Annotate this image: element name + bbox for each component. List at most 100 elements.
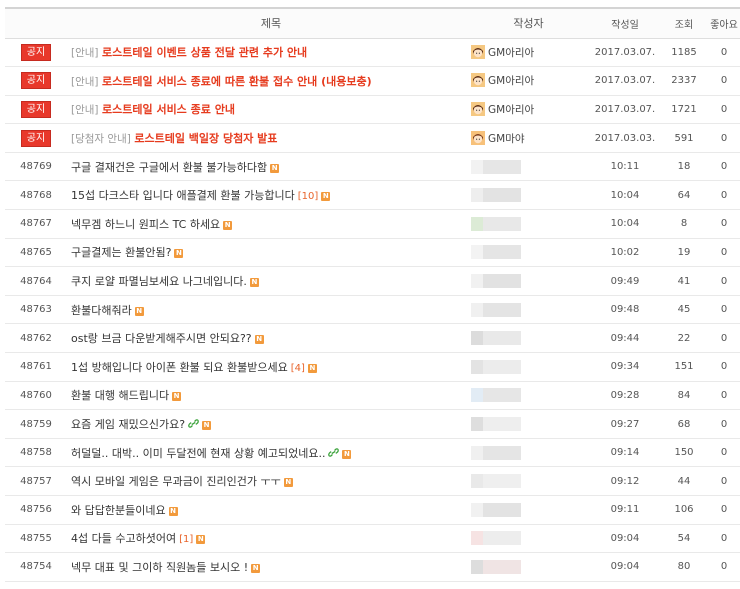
- blurred-author[interactable]: [471, 359, 521, 374]
- notice-row[interactable]: 공지 [안내] 로스트테일 이벤트 상품 전달 관련 추가 안내 GM아리아 2017…: [5, 38, 740, 68]
- author-cell[interactable]: [471, 295, 586, 325]
- table-row[interactable]: 48761 1섭 방해입니다 아이폰 환불 되요 환불받으세요 [4] N 09:34 1…: [5, 352, 740, 382]
- table-row[interactable]: 48765 구글결제는 환불안됨? N 10:02 19 0: [5, 238, 740, 268]
- post-title-link[interactable]: 4섭 다들 수고하셧어여: [71, 532, 176, 545]
- comment-count[interactable]: [1]: [179, 534, 193, 545]
- table-row[interactable]: 48767 넥무겜 하느니 원피스 TC 하세요 N 10:04 8 0: [5, 209, 740, 239]
- notice-prefix: [당첨자 안내]: [71, 133, 131, 146]
- post-title-link[interactable]: 구글결제는 환불안됨?: [71, 246, 171, 259]
- comment-count[interactable]: [10]: [298, 191, 319, 202]
- post-title-link[interactable]: 쿠지 로얄 파멸님보세요 나그네입니다.: [71, 275, 247, 288]
- table-row[interactable]: 48758 허덜덜.. 대박.. 이미 두달전에 현재 상황 예고되었네요.. N 0…: [5, 438, 740, 468]
- table-row[interactable]: 48757 역시 모바일 게임은 무과금이 진리인건가 ㅜㅜ N 09:12 44 0: [5, 466, 740, 496]
- post-title-cell[interactable]: 요즘 게임 재밌으신가요? N: [67, 409, 471, 439]
- post-title-cell[interactable]: 1섭 방해입니다 아이폰 환불 되요 환불받으세요 [4] N: [67, 352, 471, 382]
- author-name[interactable]: GM아리아: [488, 104, 534, 116]
- author-cell[interactable]: [471, 495, 586, 525]
- author-name[interactable]: GM아리아: [488, 75, 534, 87]
- post-title-link[interactable]: 허덜덜.. 대박.. 이미 두달전에 현재 상황 예고되었네요..: [71, 447, 325, 460]
- blurred-author[interactable]: [471, 302, 521, 317]
- table-row[interactable]: 48759 요즘 게임 재밌으신가요? N 09:27 68 0: [5, 409, 740, 439]
- post-title-cell[interactable]: ost랑 브금 다운받게해주시면 안되요?? N: [67, 323, 471, 354]
- author-cell[interactable]: GM마야: [471, 123, 586, 153]
- notice-title-cell[interactable]: [당첨자 안내] 로스트테일 백일장 당첨자 발표: [67, 123, 471, 153]
- blurred-author[interactable]: [471, 331, 521, 346]
- post-title-link[interactable]: 요즘 게임 재밌으신가요?: [71, 418, 185, 431]
- notice-row[interactable]: 공지 [당첨자 안내] 로스트테일 백일장 당첨자 발표 GM마야 2017.03.0…: [5, 123, 740, 153]
- post-title-cell[interactable]: 역시 모바일 게임은 무과금이 진리인건가 ㅜㅜ N: [67, 466, 471, 496]
- notice-row[interactable]: 공지 [안내] 로스트테일 서비스 종료에 따른 환불 접수 안내 (내용보충) G…: [5, 66, 740, 96]
- post-title-cell[interactable]: 허덜덜.. 대박.. 이미 두달전에 현재 상황 예고되었네요.. N: [67, 438, 471, 468]
- author-cell[interactable]: [471, 180, 586, 211]
- blurred-author[interactable]: [471, 159, 521, 174]
- notice-title-cell[interactable]: [안내] 로스트테일 서비스 종료에 따른 환불 접수 안내 (내용보충): [67, 66, 471, 96]
- author-cell[interactable]: GM아리아: [471, 38, 586, 68]
- blurred-author[interactable]: [471, 245, 521, 260]
- blurred-author[interactable]: [471, 274, 521, 289]
- post-title-link[interactable]: 1섭 방해입니다 아이폰 환불 되요 환불받으세요: [71, 361, 288, 374]
- author-name[interactable]: GM마야: [488, 133, 525, 145]
- comment-count[interactable]: [4]: [291, 363, 305, 374]
- blurred-author[interactable]: [471, 531, 521, 546]
- post-title-cell[interactable]: 구글 결재건은 구글에서 환불 불가능하다함 N: [67, 152, 471, 182]
- author-cell[interactable]: [471, 381, 586, 411]
- notice-title-link[interactable]: 로스트테일 이벤트 상품 전달 관련 추가 안내: [102, 46, 307, 59]
- author-cell[interactable]: [471, 209, 586, 239]
- table-row[interactable]: 48763 환불다해줘라 N 09:48 45 0: [5, 295, 740, 325]
- table-row[interactable]: 48768 15섭 다크스타 입니다 애플결제 환불 가능합니다 [10] N 10:0…: [5, 180, 740, 211]
- blurred-author[interactable]: [471, 474, 521, 489]
- blurred-author[interactable]: [471, 216, 521, 231]
- author-cell[interactable]: [471, 266, 586, 296]
- post-title-link[interactable]: 넥무 대표 및 그이하 직원놈들 보시오 !: [71, 561, 248, 574]
- blurred-author[interactable]: [471, 559, 521, 574]
- views-cell: 8: [664, 209, 704, 239]
- notice-title-link[interactable]: 로스트테일 서비스 종료에 따른 환불 접수 안내 (내용보충): [102, 75, 372, 88]
- post-title-link[interactable]: 환불 대행 해드립니다: [71, 389, 169, 402]
- table-row[interactable]: 48764 쿠지 로얄 파멸님보세요 나그네입니다. N 09:49 41 0: [5, 266, 740, 296]
- table-row[interactable]: 48756 와 답답한분들이네요 N 09:11 106 0: [5, 495, 740, 525]
- post-title-link[interactable]: 15섭 다크스타 입니다 애플결제 환불 가능합니다: [71, 189, 295, 202]
- author-cell[interactable]: [471, 152, 586, 182]
- post-title-cell[interactable]: 쿠지 로얄 파멸님보세요 나그네입니다. N: [67, 266, 471, 296]
- author-cell[interactable]: [471, 352, 586, 382]
- blurred-author[interactable]: [471, 445, 521, 460]
- post-title-link[interactable]: 넥무겜 하느니 원피스 TC 하세요: [71, 218, 220, 231]
- blurred-author[interactable]: [471, 417, 521, 432]
- table-row[interactable]: 48762 ost랑 브금 다운받게해주시면 안되요?? N 09:44 22 0: [5, 323, 740, 354]
- blurred-author[interactable]: [471, 388, 521, 403]
- table-row[interactable]: 48754 넥무 대표 및 그이하 직원놈들 보시오 ! N 09:04 80 0: [5, 552, 740, 582]
- notice-row[interactable]: 공지 [안내] 로스트테일 서비스 종료 안내 GM아리아 2017.03.07. 17…: [5, 95, 740, 125]
- author-cell[interactable]: [471, 466, 586, 496]
- notice-title-link[interactable]: 로스트테일 서비스 종료 안내: [102, 103, 235, 116]
- author-cell[interactable]: [471, 438, 586, 468]
- post-title-link[interactable]: 역시 모바일 게임은 무과금이 진리인건가 ㅜㅜ: [71, 475, 281, 488]
- notice-title-cell[interactable]: [안내] 로스트테일 이벤트 상품 전달 관련 추가 안내: [67, 38, 471, 68]
- notice-title-link[interactable]: 로스트테일 백일장 당첨자 발표: [134, 132, 277, 145]
- notice-title-cell[interactable]: [안내] 로스트테일 서비스 종료 안내: [67, 95, 471, 125]
- post-title-link[interactable]: 구글 결재건은 구글에서 환불 불가능하다함: [71, 161, 267, 174]
- author-cell[interactable]: GM아리아: [471, 95, 586, 125]
- author-cell[interactable]: [471, 524, 586, 554]
- post-title-link[interactable]: 와 답답한분들이네요: [71, 504, 166, 517]
- author-cell[interactable]: GM아리아: [471, 66, 586, 96]
- author-name[interactable]: GM아리아: [488, 47, 534, 59]
- author-cell[interactable]: [471, 323, 586, 354]
- post-title-cell[interactable]: 환불다해줘라 N: [67, 295, 471, 325]
- author-cell[interactable]: [471, 238, 586, 268]
- post-title-cell[interactable]: 넥무 대표 및 그이하 직원놈들 보시오 ! N: [67, 552, 471, 582]
- blurred-author[interactable]: [471, 188, 521, 203]
- post-title-cell[interactable]: 환불 대행 해드립니다 N: [67, 381, 471, 411]
- post-title-cell[interactable]: 15섭 다크스타 입니다 애플결제 환불 가능합니다 [10] N: [67, 180, 471, 211]
- post-title-link[interactable]: 환불다해줘라: [71, 304, 132, 317]
- table-row[interactable]: 48755 4섭 다들 수고하셧어여 [1] N 09:04 54 0: [5, 524, 740, 554]
- post-title-cell[interactable]: 와 답답한분들이네요 N: [67, 495, 471, 525]
- table-row[interactable]: 48769 구글 결재건은 구글에서 환불 불가능하다함 N 10:11 18 0: [5, 152, 740, 182]
- table-row[interactable]: 48760 환불 대행 해드립니다 N 09:28 84 0: [5, 381, 740, 411]
- post-title-cell[interactable]: 구글결제는 환불안됨? N: [67, 238, 471, 268]
- post-title-link[interactable]: ost랑 브금 다운받게해주시면 안되요??: [71, 332, 252, 345]
- author-cell[interactable]: [471, 409, 586, 439]
- blurred-author[interactable]: [471, 502, 521, 517]
- author-cell[interactable]: [471, 552, 586, 582]
- post-title-cell[interactable]: 넥무겜 하느니 원피스 TC 하세요 N: [67, 209, 471, 239]
- post-title-cell[interactable]: 4섭 다들 수고하셧어여 [1] N: [67, 524, 471, 554]
